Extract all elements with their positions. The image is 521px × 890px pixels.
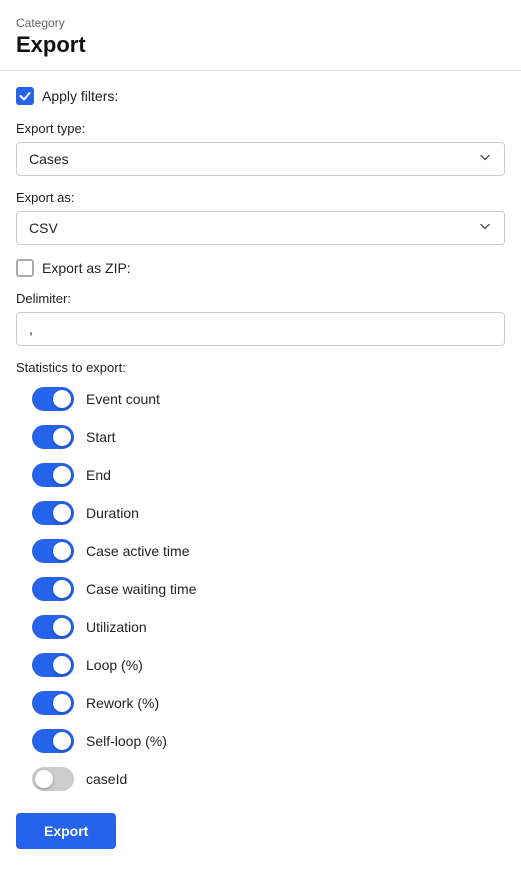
stat-toggle-2[interactable] <box>32 463 74 487</box>
stat-name-7: Loop (%) <box>86 657 143 673</box>
export-type-select[interactable]: Cases Events Activities <box>16 142 505 176</box>
stat-toggle-5[interactable] <box>32 577 74 601</box>
stat-row: Loop (%) <box>16 653 505 677</box>
stat-name-6: Utilization <box>86 619 147 635</box>
stat-toggle-8[interactable] <box>32 691 74 715</box>
export-type-group: Export type: Cases Events Activities <box>16 121 505 176</box>
stat-name-5: Case waiting time <box>86 581 197 597</box>
stat-row: Start <box>16 425 505 449</box>
stat-row: Duration <box>16 501 505 525</box>
stat-name-4: Case active time <box>86 543 189 559</box>
export-zip-row: Export as ZIP: <box>16 259 505 277</box>
stat-toggle-9[interactable] <box>32 729 74 753</box>
stat-row: End <box>16 463 505 487</box>
export-type-wrapper: Cases Events Activities <box>16 142 505 176</box>
stat-name-10: caseId <box>86 771 127 787</box>
delimiter-label: Delimiter: <box>16 291 505 306</box>
export-type-label: Export type: <box>16 121 505 136</box>
stat-toggle-0[interactable] <box>32 387 74 411</box>
export-button[interactable]: Export <box>16 813 116 849</box>
stat-row: Utilization <box>16 615 505 639</box>
delimiter-group: Delimiter: <box>16 291 505 346</box>
delimiter-input[interactable] <box>16 312 505 346</box>
stat-name-2: End <box>86 467 111 483</box>
export-as-group: Export as: CSV XLSX JSON <box>16 190 505 245</box>
stat-toggle-4[interactable] <box>32 539 74 563</box>
apply-filters-checkbox[interactable] <box>16 87 34 105</box>
stat-name-8: Rework (%) <box>86 695 159 711</box>
stat-toggle-1[interactable] <box>32 425 74 449</box>
export-zip-label: Export as ZIP: <box>42 260 131 276</box>
statistics-section: Statistics to export: Event count Start En… <box>16 360 505 791</box>
page-title: Export <box>16 32 505 58</box>
export-as-select[interactable]: CSV XLSX JSON <box>16 211 505 245</box>
stat-toggle-7[interactable] <box>32 653 74 677</box>
header-divider <box>0 70 521 71</box>
stat-name-9: Self-loop (%) <box>86 733 167 749</box>
stat-name-1: Start <box>86 429 116 445</box>
stat-row: Rework (%) <box>16 691 505 715</box>
apply-filters-row: Apply filters: <box>16 87 505 105</box>
export-zip-checkbox[interactable] <box>16 259 34 277</box>
stat-row: Event count <box>16 387 505 411</box>
stat-row: Case active time <box>16 539 505 563</box>
stat-toggle-10[interactable] <box>32 767 74 791</box>
apply-filters-label: Apply filters: <box>42 88 118 104</box>
stat-toggle-6[interactable] <box>32 615 74 639</box>
stat-row: Case waiting time <box>16 577 505 601</box>
stat-toggle-3[interactable] <box>32 501 74 525</box>
export-as-wrapper: CSV XLSX JSON <box>16 211 505 245</box>
stat-name-0: Event count <box>86 391 160 407</box>
statistics-section-label: Statistics to export: <box>16 360 505 375</box>
stat-row: caseId <box>16 767 505 791</box>
export-as-label: Export as: <box>16 190 505 205</box>
stat-row: Self-loop (%) <box>16 729 505 753</box>
stat-rows-container: Event count Start End Duration Case active t… <box>16 387 505 791</box>
category-label: Category <box>16 16 505 30</box>
stat-name-3: Duration <box>86 505 139 521</box>
